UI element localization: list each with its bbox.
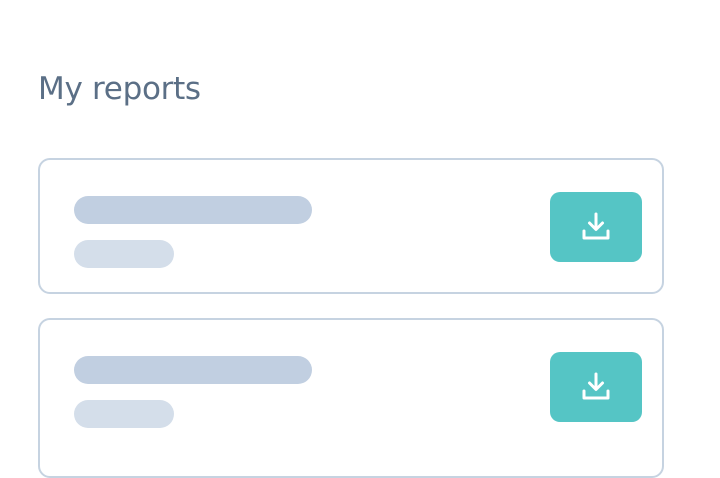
report-title-placeholder	[74, 356, 312, 384]
download-button[interactable]	[550, 192, 642, 262]
page-title: My reports	[38, 71, 201, 107]
report-title-placeholder	[74, 196, 312, 224]
report-card	[38, 158, 664, 294]
report-subtitle-placeholder	[74, 240, 174, 268]
download-button[interactable]	[550, 352, 642, 422]
download-icon	[582, 372, 610, 400]
report-card	[38, 318, 664, 478]
download-icon	[582, 212, 610, 240]
report-subtitle-placeholder	[74, 400, 174, 428]
